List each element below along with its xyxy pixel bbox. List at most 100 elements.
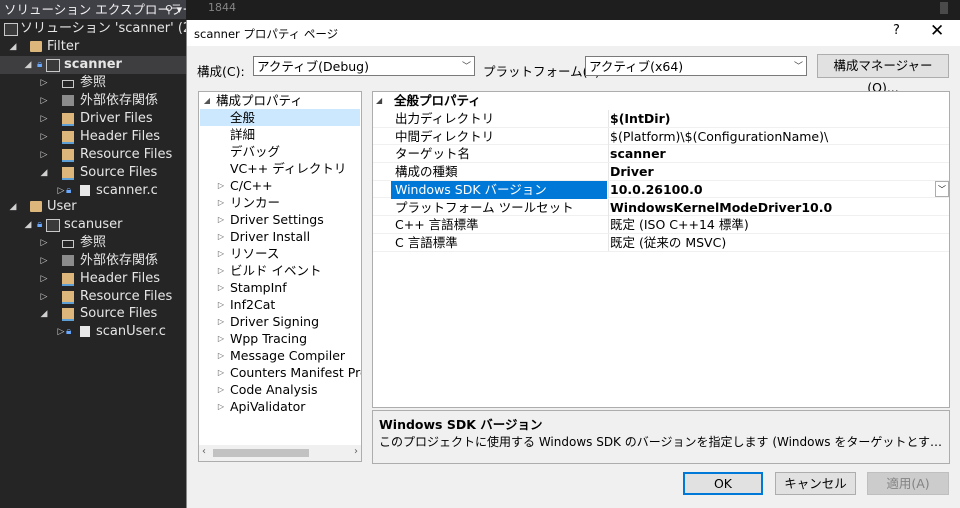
collapsed-arrow-icon[interactable]: ▷ (216, 279, 226, 296)
collapsed-arrow-icon[interactable]: ▷ (39, 270, 49, 288)
property-value[interactable]: WindowsKernelModeDriver10.0 (608, 198, 940, 216)
collapsed-arrow-icon[interactable]: ▷ (216, 194, 226, 211)
help-icon[interactable]: ? (893, 23, 900, 38)
configuration-manager-button[interactable]: 構成マネージャー(O)... (817, 54, 949, 95)
grid-category[interactable]: ◢ 全般プロパティ (373, 92, 949, 110)
tree-horizontal-scrollbar[interactable]: ‹ › (199, 445, 361, 461)
expand-icon[interactable]: ◢ (23, 56, 33, 74)
search-icon[interactable]: ⚲ ▾ (165, 0, 182, 19)
property-value[interactable]: scanner (608, 145, 940, 163)
collapsed-arrow-icon[interactable]: ▷ (216, 330, 226, 347)
expand-icon[interactable]: ◢ (23, 216, 33, 234)
tree-linker[interactable]: ▷ リンカー (199, 194, 361, 211)
tree-item-scanuser[interactable]: ◢ 🔒︎ scanuser (0, 216, 186, 234)
property-value[interactable]: Driver (608, 163, 940, 181)
grid-row[interactable]: ターゲット名 scanner (373, 145, 949, 164)
tree-item-source-files[interactable]: ◢ Source Files (0, 164, 186, 182)
collapsed-arrow-icon[interactable]: ▷ (216, 245, 226, 262)
cancel-button[interactable]: キャンセル (775, 472, 856, 495)
tree-apivalidator[interactable]: ▷ ApiValidator (199, 398, 361, 415)
grid-row[interactable]: 出力ディレクトリ $(IntDir) (373, 110, 949, 128)
grid-row[interactable]: 構成の種類 Driver (373, 163, 949, 181)
close-icon[interactable]: ✕ (930, 21, 944, 41)
collapsed-arrow-icon[interactable]: ▷ (216, 296, 226, 313)
expand-icon[interactable]: ◢ (376, 92, 382, 110)
grid-row[interactable]: 中間ディレクトリ $(Platform)\$(ConfigurationName)… (373, 127, 949, 146)
expand-icon[interactable]: ◢ (202, 92, 212, 109)
collapsed-arrow-icon[interactable]: ▷ (39, 288, 49, 306)
tree-advanced[interactable]: 詳細 (199, 126, 361, 143)
tree-item-header-files[interactable]: ▷ Header Files (0, 128, 186, 146)
tree-configuration-properties[interactable]: ◢ 構成プロパティ (199, 92, 361, 109)
collapsed-arrow-icon[interactable]: ▷ (39, 128, 49, 146)
collapsed-arrow-icon[interactable]: ▷ (216, 347, 226, 364)
tree-item-resource-files[interactable]: ▷ Resource Files (0, 146, 186, 164)
property-value[interactable]: $(Platform)\$(ConfigurationName)\ (608, 127, 940, 145)
tree-item-scanner[interactable]: ◢ 🔒︎ scanner (0, 56, 186, 74)
collapsed-arrow-icon[interactable]: ▷ (216, 381, 226, 398)
tree-debugging[interactable]: デバッグ (199, 143, 361, 160)
collapsed-arrow-icon[interactable]: ▷ (216, 398, 226, 415)
tree-inf2cat[interactable]: ▷ Inf2Cat (199, 296, 361, 313)
expand-icon[interactable]: ◢ (8, 198, 18, 216)
tree-item-scanuser-c[interactable]: ▷ 🔒︎ scanUser.c (0, 323, 186, 341)
collapsed-arrow-icon[interactable]: ▷ (39, 234, 49, 252)
grid-row[interactable]: プラットフォーム ツールセット WindowsKernelModeDriver10… (373, 198, 949, 217)
tree-item-external-deps[interactable]: ▷ 外部依存関係 (0, 252, 186, 270)
grid-row-selected[interactable]: Windows SDK バージョン 10.0.26100.0 ﹀ (373, 180, 949, 199)
configuration-select[interactable]: アクティブ(Debug) ﹀ (253, 56, 475, 76)
platform-select[interactable]: アクティブ(x64) ﹀ (585, 56, 807, 76)
tree-item-header-files[interactable]: ▷ Header Files (0, 270, 186, 288)
property-value[interactable]: $(IntDir) (608, 110, 940, 127)
expand-icon[interactable]: ◢ (39, 305, 49, 323)
tree-driver-signing[interactable]: ▷ Driver Signing (199, 313, 361, 330)
tree-resources[interactable]: ▷ リソース (199, 245, 361, 262)
solution-node[interactable]: ソリューション 'scanner' (2/2 (0, 20, 204, 38)
collapsed-arrow-icon[interactable]: ▷ (39, 74, 49, 92)
tree-vc-directories[interactable]: VC++ ディレクトリ (199, 160, 361, 177)
tree-item-driver-files[interactable]: ▷ Driver Files (0, 110, 186, 128)
tree-build-events[interactable]: ▷ ビルド イベント (199, 262, 361, 279)
property-value[interactable]: 既定 (ISO C++14 標準) (608, 216, 940, 234)
collapsed-arrow-icon[interactable]: ▷ (216, 262, 226, 279)
tree-c-cpp[interactable]: ▷ C/C++ (199, 177, 361, 194)
tree-stampinf[interactable]: ▷ StampInf (199, 279, 361, 296)
tree-item-source-files[interactable]: ◢ Source Files (0, 305, 186, 323)
scrollbar-thumb[interactable] (213, 449, 309, 457)
collapsed-arrow-icon[interactable]: ▷ (216, 177, 226, 194)
collapsed-arrow-icon[interactable]: ▷ (56, 323, 66, 341)
tree-counters-manifest[interactable]: ▷ Counters Manifest Pre (199, 364, 361, 381)
tree-item-references[interactable]: ▷ 参照 (0, 74, 186, 92)
collapsed-arrow-icon[interactable]: ▷ (216, 364, 226, 381)
collapsed-arrow-icon[interactable]: ▷ (216, 228, 226, 245)
collapsed-arrow-icon[interactable]: ▷ (39, 110, 49, 128)
scroll-right-icon[interactable]: › (354, 446, 358, 457)
grid-row[interactable]: C 言語標準 既定 (従来の MSVC) (373, 233, 949, 252)
tree-item-external-deps[interactable]: ▷ 外部依存関係 (0, 92, 186, 110)
tree-code-analysis[interactable]: ▷ Code Analysis (199, 381, 361, 398)
collapsed-arrow-icon[interactable]: ▷ (216, 211, 226, 228)
grid-row[interactable]: C++ 言語標準 既定 (ISO C++14 標準) (373, 216, 949, 234)
property-value[interactable]: 10.0.26100.0 (608, 180, 940, 198)
expand-icon[interactable]: ◢ (8, 38, 18, 56)
collapsed-arrow-icon[interactable]: ▷ (216, 313, 226, 330)
tree-general[interactable]: 全般 (200, 109, 360, 126)
chevron-down-icon[interactable]: ﹀ (935, 180, 949, 197)
tree-message-compiler[interactable]: ▷ Message Compiler (199, 347, 361, 364)
collapsed-arrow-icon[interactable]: ▷ (39, 146, 49, 164)
tree-driver-install[interactable]: ▷ Driver Install (199, 228, 361, 245)
property-value[interactable]: 既定 (従来の MSVC) (608, 233, 940, 251)
tree-item-filter[interactable]: ◢ Filter (0, 38, 186, 56)
ok-button[interactable]: OK (683, 472, 763, 495)
tree-wpp-tracing[interactable]: ▷ Wpp Tracing (199, 330, 361, 347)
apply-button[interactable]: 適用(A) (867, 472, 949, 495)
tree-item-user[interactable]: ◢ User (0, 198, 186, 216)
tree-item-resource-files[interactable]: ▷ Resource Files (0, 288, 186, 306)
collapsed-arrow-icon[interactable]: ▷ (39, 252, 49, 270)
tree-item-references[interactable]: ▷ 参照 (0, 234, 186, 252)
tree-driver-settings[interactable]: ▷ Driver Settings (199, 211, 361, 228)
scroll-left-icon[interactable]: ‹ (202, 446, 206, 457)
expand-icon[interactable]: ◢ (39, 164, 49, 182)
editor-scrollbar-thumb[interactable] (940, 2, 948, 14)
collapsed-arrow-icon[interactable]: ▷ (39, 92, 49, 110)
